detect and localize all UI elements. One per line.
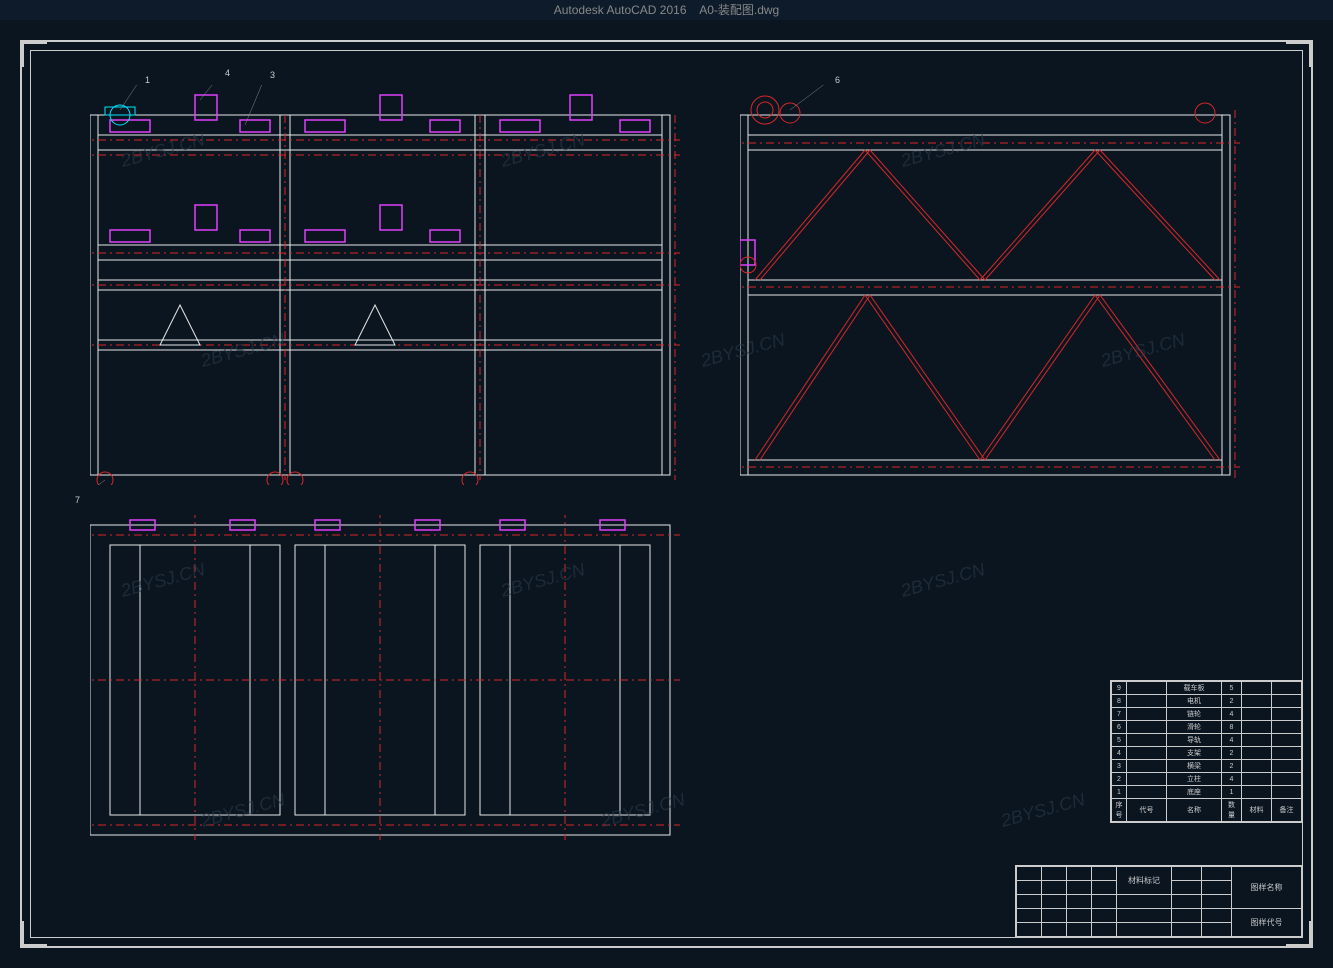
leader-6: 6 — [835, 75, 840, 85]
parts-header-seq: 序号 — [1112, 799, 1127, 822]
leader-3: 3 — [270, 70, 275, 80]
parts-header-name: 名称 — [1167, 799, 1222, 822]
leader-1: 1 — [145, 75, 150, 85]
plan-view — [90, 515, 680, 845]
drawing-code-label: 图样代号 — [1232, 909, 1302, 937]
front-elevation-view — [90, 85, 680, 485]
window-titlebar: Autodesk AutoCAD 2016 A0-装配图.dwg — [0, 0, 1333, 20]
corner-mark-tr — [1286, 42, 1311, 67]
parts-header-mat: 材料 — [1242, 799, 1272, 822]
corner-mark-tl — [22, 42, 47, 67]
parts-header-note: 备注 — [1272, 799, 1302, 822]
side-elevation-view — [740, 85, 1240, 485]
parts-header-qty: 数量 — [1222, 799, 1242, 822]
parts-header-code: 代号 — [1127, 799, 1167, 822]
app-name: Autodesk AutoCAD 2016 — [554, 3, 687, 17]
material-label: 材料标记 — [1117, 867, 1172, 895]
corner-mark-bl — [22, 921, 47, 946]
leader-7: 7 — [75, 495, 80, 505]
file-name: A0-装配图.dwg — [699, 3, 779, 17]
parts-list: 9载车板5 8电机2 7链轮4 6滑轮8 5导轨4 4支架2 3横梁2 2立柱4… — [1110, 680, 1303, 823]
drawing-name-label: 图样名称 — [1232, 867, 1302, 909]
title-block: 材料标记 图样名称 图样代号 — [1015, 865, 1303, 938]
drawing-canvas[interactable]: 1 4 3 7 6 2BYSJ.CN 2BYSJ.CN 2BYSJ.CN 2BY… — [0, 20, 1333, 968]
leader-4: 4 — [225, 68, 230, 78]
